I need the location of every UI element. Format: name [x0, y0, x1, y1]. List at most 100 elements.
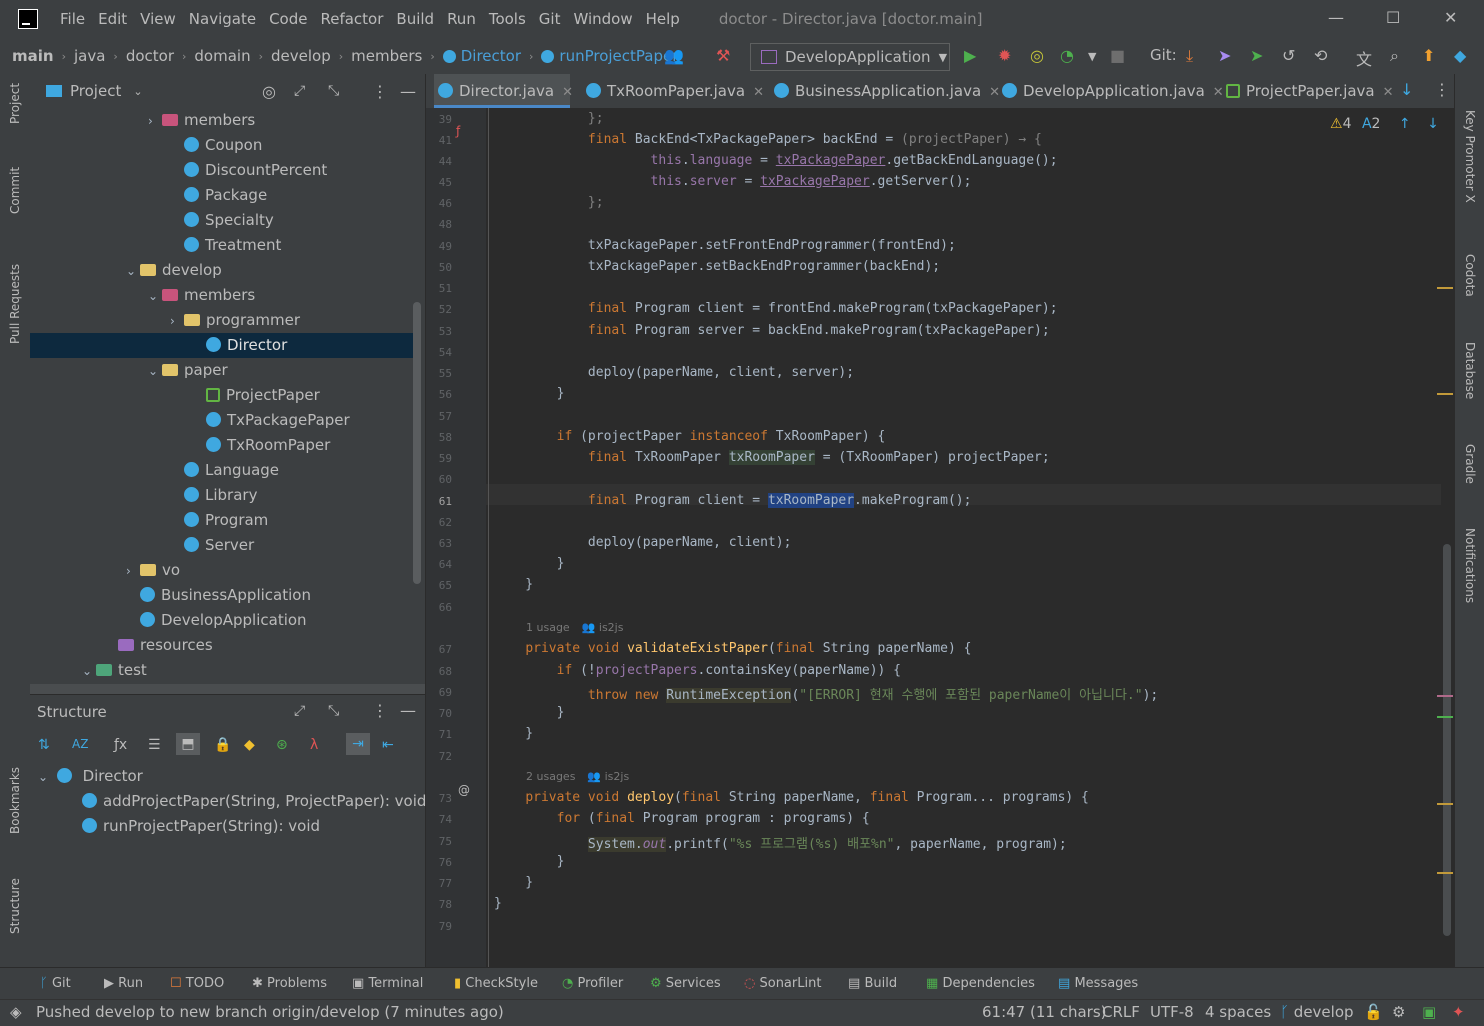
close-icon[interactable]: ✕	[1383, 85, 1394, 100]
chevron-down-icon[interactable]: ⌄	[148, 359, 162, 384]
minimize-icon[interactable]: —	[1328, 8, 1344, 27]
tool-sonarlint[interactable]: ◌ SonarLint	[744, 976, 821, 991]
code-line[interactable]: }	[494, 556, 565, 571]
code-line[interactable]: if (!projectPapers.containsKey(paperName…	[494, 663, 901, 678]
menu-window[interactable]: Window	[573, 10, 632, 28]
tool-tab-pull-requests[interactable]: Pull Requests	[8, 264, 22, 344]
tree-item[interactable]: ⌄ test	[82, 658, 147, 683]
code-line[interactable]: System.out.printf("%s 프로그램(%s) 배포%n", pa…	[494, 833, 1067, 852]
tool-profiler[interactable]: ◔ Profiler	[562, 976, 623, 991]
file-encoding[interactable]: UTF-8	[1150, 1003, 1194, 1021]
code-line[interactable]: };	[494, 111, 604, 126]
breadcrumb-method[interactable]: runProjectPaper	[559, 47, 678, 65]
git-commit-icon[interactable]: ➤	[1218, 46, 1231, 65]
tree-item[interactable]: Director	[30, 333, 413, 358]
git-update-icon[interactable]: ⤓	[1186, 46, 1193, 66]
change-marker[interactable]	[1437, 716, 1453, 718]
menu-view[interactable]: View	[140, 10, 176, 28]
tool-tab-structure[interactable]: Structure	[8, 878, 22, 934]
profile-icon[interactable]: ◔	[1060, 46, 1074, 65]
usage-hint[interactable]: 1 usage 👥 is2js	[526, 621, 623, 634]
code-line[interactable]: for (final Program program : programs) {	[494, 811, 870, 826]
tool-tab-codota[interactable]: Codota	[1463, 254, 1477, 297]
show-inherited-icon[interactable]: ⬒	[176, 733, 200, 755]
tab-txroompaper-java[interactable]: TxRoomPaper.java ✕	[586, 74, 764, 108]
codota-icon[interactable]: ▣	[1422, 1003, 1436, 1021]
autoscroll-to-source-icon[interactable]: ⇥	[346, 733, 370, 755]
tab-projectpaper-java[interactable]: ProjectPaper.java ✕	[1226, 74, 1394, 108]
tree-item[interactable]: Program	[170, 508, 268, 533]
tree-item[interactable]: resources	[104, 633, 213, 658]
collapse-all-icon[interactable]: ⤡	[328, 83, 339, 99]
user-icon[interactable]: 👥	[664, 46, 684, 65]
stop-icon[interactable]: ■	[1110, 46, 1125, 65]
code-line[interactable]: }	[494, 896, 502, 911]
code-line[interactable]: final Program server = backEnd.makeProgr…	[494, 323, 1050, 338]
code-line[interactable]: deploy(paperName, client, server);	[494, 365, 854, 380]
sort-visibility-icon[interactable]: ⇅	[38, 737, 50, 753]
tree-item[interactable]: ⌄ develop	[126, 258, 222, 283]
code-line[interactable]: if (projectPaper instanceof TxRoomPaper)…	[494, 429, 886, 444]
tree-item[interactable]: Library	[170, 483, 257, 508]
anonymous-class-icon[interactable]: ⊛	[276, 737, 288, 753]
breadcrumb-members[interactable]: members	[351, 47, 422, 65]
breadcrumb-domain[interactable]: domain	[194, 47, 250, 65]
warning-marker[interactable]	[1437, 872, 1453, 874]
diamond-icon[interactable]: ◆	[244, 737, 255, 753]
tab-director-java[interactable]: Director.java ✕	[434, 74, 573, 108]
tool-tab-gradle[interactable]: Gradle	[1463, 444, 1477, 484]
debug-icon[interactable]: ✹	[998, 46, 1011, 65]
lock-icon[interactable]: 🔒	[214, 737, 231, 753]
menu-git[interactable]: Git	[539, 10, 561, 28]
tree-item[interactable]: DiscountPercent	[170, 158, 327, 183]
show-list-icon[interactable]: ☰	[148, 737, 161, 753]
warning-marker[interactable]	[1437, 287, 1453, 289]
tool-tab-key-promoter[interactable]: Key Promoter X	[1463, 110, 1477, 203]
tree-scrollbar[interactable]	[413, 302, 421, 584]
collapse-all-icon[interactable]: ⤡	[328, 703, 339, 719]
tree-item[interactable]: ⌄ paper	[148, 358, 228, 383]
tool-checkstyle[interactable]: ▮ CheckStyle	[454, 976, 538, 991]
breadcrumb-java[interactable]: java	[74, 47, 105, 65]
more-run-icon[interactable]: ▼	[1088, 50, 1096, 63]
code-line[interactable]: }	[494, 386, 565, 401]
rollback-icon[interactable]: ⟲	[1314, 46, 1327, 65]
code-line[interactable]: }	[494, 726, 533, 741]
tool-terminal[interactable]: ▣ Terminal	[352, 976, 423, 991]
code-line[interactable]: }	[494, 854, 565, 869]
maximize-icon[interactable]: ☐	[1386, 8, 1400, 27]
tool-tab-notifications[interactable]: Notifications	[1463, 528, 1477, 603]
menu-run[interactable]: Run	[447, 10, 476, 28]
tree-item[interactable]: Server	[170, 533, 254, 558]
code-line[interactable]: private void deploy(final String paperNa…	[494, 790, 1089, 805]
structure-root[interactable]: ⌄ Director	[38, 767, 143, 785]
structure-member[interactable]: runProjectPaper(String): void	[82, 817, 320, 835]
inspection-widget[interactable]: ⚠4 A2 ↑ ↓	[1330, 116, 1439, 132]
menu-help[interactable]: Help	[646, 10, 680, 28]
lambda-icon[interactable]: λ	[310, 737, 318, 753]
build-hammer-icon[interactable]: ⚒	[716, 46, 730, 65]
inspector-icon[interactable]: ⚙	[1392, 1003, 1405, 1021]
tool-todo[interactable]: ☐ TODO	[170, 976, 224, 991]
tool-run[interactable]: ▶ Run	[104, 976, 143, 991]
coverage-icon[interactable]: ◎	[1030, 46, 1044, 65]
tree-item[interactable]: Treatment	[170, 233, 281, 258]
git-push-icon[interactable]: ➤	[1250, 46, 1263, 65]
tree-item[interactable]: › members	[148, 108, 255, 133]
menu-build[interactable]: Build	[396, 10, 434, 28]
layers-icon[interactable]: ◈	[10, 1003, 22, 1021]
structure-member[interactable]: addProjectPaper(String, ProjectPaper): v…	[82, 792, 426, 810]
tree-item[interactable]: Package	[170, 183, 267, 208]
tree-item[interactable]: BusinessApplication	[126, 583, 311, 608]
menu-code[interactable]: Code	[269, 10, 307, 28]
hide-panel-icon[interactable]: —	[400, 701, 416, 720]
tree-item[interactable]: Language	[170, 458, 279, 483]
expand-all-icon[interactable]: ⤢	[294, 703, 305, 719]
memory-icon[interactable]: ✦	[1452, 1003, 1465, 1021]
close-icon[interactable]: ✕	[989, 85, 1000, 100]
chevron-down-icon[interactable]: ⌄	[148, 284, 162, 309]
intellij-logo-icon[interactable]	[18, 9, 38, 29]
tool-problems[interactable]: ✱ Problems	[252, 976, 327, 991]
tab-businessapplication-java[interactable]: BusinessApplication.java ✕	[774, 74, 1000, 108]
next-problem-icon[interactable]: ↓	[1427, 116, 1439, 132]
